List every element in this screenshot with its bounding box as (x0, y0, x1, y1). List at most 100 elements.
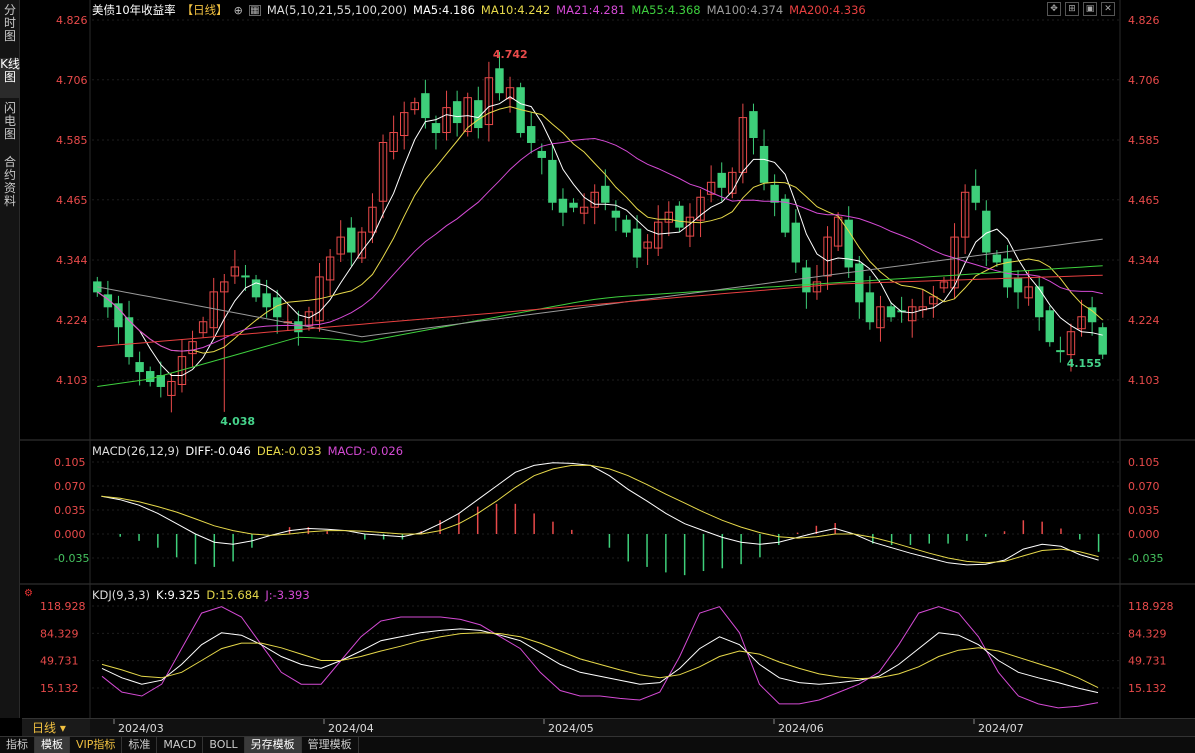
price-tick-label-right: 4.585 (1128, 134, 1160, 147)
candle-body (495, 68, 504, 94)
tab-manage-template[interactable]: 管理模板 (302, 737, 359, 753)
close-icon[interactable]: ✕ (1101, 2, 1115, 16)
price-tick-label-right: 4.826 (1128, 14, 1160, 27)
period-label: 日线 (32, 721, 57, 735)
candle-body (135, 362, 144, 373)
candle-body (865, 292, 875, 323)
price-tick-label-left: 4.826 (56, 14, 88, 27)
kdj-k: K:9.325 (156, 588, 201, 602)
candle-body (802, 267, 811, 293)
macd-tick-label-left: 0.105 (54, 456, 86, 469)
time-axis-labels: 2024/03 2024/04 2024/05 2024/06 2024/07 (113, 719, 1024, 735)
period-selector[interactable]: 日线 ▾ (22, 718, 90, 736)
tab-indicator[interactable]: 指标 (0, 737, 35, 753)
chart-area[interactable]: 4.826 4.826 4.706 4.706 4.585 4.585 4.465 4.465… (0, 0, 1195, 718)
tab-standard[interactable]: 标准 (122, 737, 158, 753)
dea-line (101, 464, 1099, 564)
candle-body (452, 101, 462, 124)
last-label: 4.155 (1067, 357, 1102, 370)
kdj-tick-label-left: 118.928 (40, 600, 86, 613)
macd-value: MACD:-0.026 (327, 444, 404, 458)
price-tick-label-right: 4.344 (1128, 254, 1160, 267)
macd-header: MACD(26,12,9) (92, 444, 180, 458)
indicator-settings-icon[interactable]: ⚙ (24, 588, 33, 599)
price-tick-label-left: 4.465 (56, 194, 88, 207)
macd-tick-label-left: 0.035 (54, 504, 86, 517)
price-tick-label-right: 4.224 (1128, 314, 1160, 327)
candle-body (527, 126, 536, 143)
low-label: 4.038 (220, 415, 255, 428)
ma-header: MA(5,10,21,55,100,200) (266, 3, 408, 17)
ma5-value: MA5:4.186 (413, 3, 475, 17)
candle-body (421, 93, 430, 119)
time-label: 2024/03 (118, 722, 164, 735)
j-line (101, 606, 1099, 709)
macd-tick-label-right: -0.035 (1128, 552, 1163, 565)
ma10-value: MA10:4.242 (480, 3, 551, 17)
ma21-value: MA21:4.281 (556, 3, 626, 17)
price-tick-label-left: 4.224 (56, 314, 88, 327)
candle-body (791, 222, 800, 263)
price-legend: 美债10年收益率 【日线】 ⊕ ▦ MA(5,10,21,55,100,200)… (92, 3, 866, 17)
price-tick-label-left: 4.103 (56, 374, 88, 387)
tab-save-template[interactable]: 另存模板 (244, 737, 302, 753)
ma200-line (97, 274, 1103, 348)
diff-line (101, 462, 1099, 566)
candle-body (601, 185, 610, 203)
price-tick-label-left: 4.344 (56, 254, 88, 267)
macd-dea: DEA:-0.033 (256, 444, 322, 458)
candle-body (675, 205, 684, 228)
ma21-line (97, 137, 1103, 352)
candle-body (1035, 286, 1044, 318)
macd-tick-label-right: 0.035 (1128, 504, 1160, 517)
zoom-fit-icon[interactable]: ⊞ (1065, 2, 1079, 16)
time-label: 2024/04 (328, 722, 374, 735)
tab-boll[interactable]: BOLL (203, 737, 245, 753)
candle-body (886, 306, 896, 318)
candle-body (1098, 327, 1107, 355)
kdj-tick-label-right: 15.132 (1128, 682, 1167, 695)
candle-body (569, 202, 578, 208)
macd-panel: 0.105 0.105 0.070 0.070 0.035 0.035 0.000 0.000… (54, 456, 1163, 576)
high-label: 4.742 (493, 48, 528, 61)
candle-body (1013, 277, 1023, 293)
tab-vip-indicator[interactable]: VIP指标 (70, 737, 123, 753)
settings-icon[interactable]: ▦ (248, 4, 261, 16)
kdj-tick-label-left: 84.329 (40, 627, 79, 640)
candle-body (114, 303, 123, 328)
candle-body (759, 145, 769, 183)
candle-body (474, 100, 483, 129)
macd-tick-label-left: 0.000 (54, 528, 86, 541)
kdj-legend: KDJ(9,3,3) K:9.325 D:15.684 J:-3.393 (92, 588, 310, 602)
candle-body (1087, 307, 1097, 323)
time-label: 2024/07 (978, 722, 1024, 735)
price-panel: 4.826 4.826 4.706 4.706 4.585 4.585 4.465 4.465… (56, 14, 1160, 428)
tab-macd[interactable]: MACD (157, 737, 204, 753)
candle-body (717, 172, 726, 188)
instrument-title: 美债10年收益率 (92, 3, 176, 17)
fullscreen-icon[interactable]: ▣ (1083, 2, 1097, 16)
macd-tick-label-right: 0.105 (1128, 456, 1160, 469)
candle-body (558, 198, 568, 213)
macd-tick-label-right: 0.070 (1128, 480, 1160, 493)
chart-toolbar: ✥ ⊞ ▣ ✕ (1047, 2, 1115, 16)
candle-body (262, 293, 271, 308)
tab-template[interactable]: 模板 (35, 737, 70, 753)
kdj-tick-label-right: 118.928 (1128, 600, 1174, 613)
ma100-value: MA100:4.374 (706, 3, 784, 17)
add-icon[interactable]: ⊕ (234, 4, 243, 17)
candle-body (431, 123, 441, 134)
candle-body (548, 159, 557, 203)
bottom-tab-bar: 指标 模板 VIP指标 标准 MACD BOLL 另存模板 管理模板 (0, 736, 1195, 753)
macd-tick-label-left: -0.035 (54, 552, 89, 565)
ma55-value: MA55:4.368 (631, 3, 701, 17)
candle-body (781, 198, 790, 233)
move-icon[interactable]: ✥ (1047, 2, 1061, 16)
macd-tick-label-right: 0.000 (1128, 528, 1160, 541)
candle-body (749, 111, 758, 139)
kdj-j: J:-3.393 (265, 588, 310, 602)
ma200-value: MA200:4.336 (789, 3, 866, 17)
candle-body (1045, 310, 1054, 343)
grid-lines (20, 0, 1195, 718)
candle-body (347, 227, 356, 253)
